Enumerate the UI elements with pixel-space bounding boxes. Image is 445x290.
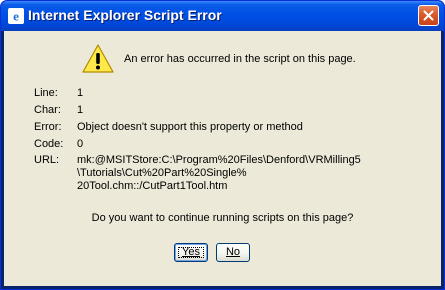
url-line: mk:@MSITStore:C:\Program%20Files\Denford…	[77, 154, 361, 166]
no-button-label: No	[225, 246, 241, 258]
focus-rect	[178, 247, 204, 258]
ie-icon: e	[8, 8, 24, 24]
close-button[interactable]	[418, 5, 439, 26]
yes-button[interactable]: Yes	[174, 243, 208, 262]
continue-question: Do you want to continue running scripts …	[91, 212, 354, 224]
line-label: Line:	[34, 87, 58, 99]
error-value: Object doesn't support this property or …	[77, 121, 303, 133]
line-value: 1	[77, 87, 84, 99]
no-button[interactable]: No	[216, 243, 250, 262]
url-label: URL:	[34, 154, 60, 166]
char-label: Char:	[34, 104, 61, 116]
code-value: 0	[77, 138, 84, 150]
script-error-dialog: e Internet Explorer Script Error An erro…	[0, 0, 445, 290]
error-label: Error:	[34, 121, 62, 133]
close-icon	[423, 10, 434, 21]
url-value: mk:@MSITStore:C:\Program%20Files\Denford…	[77, 154, 361, 193]
error-message: An error has occurred in the script on t…	[124, 53, 356, 65]
code-label: Code:	[34, 138, 64, 150]
window-title: Internet Explorer Script Error	[28, 7, 222, 23]
svg-text:e: e	[13, 9, 19, 24]
title-bar[interactable]: e Internet Explorer Script Error	[1, 1, 444, 31]
dialog-body: An error has occurred in the script on t…	[4, 31, 441, 286]
char-value: 1	[77, 104, 84, 116]
url-line: \Tutorials\Cut%20Part%20Single%	[77, 167, 247, 179]
url-line: 20Tool.chm::/CutPart1Tool.htm	[77, 180, 228, 192]
warning-icon	[81, 43, 115, 75]
